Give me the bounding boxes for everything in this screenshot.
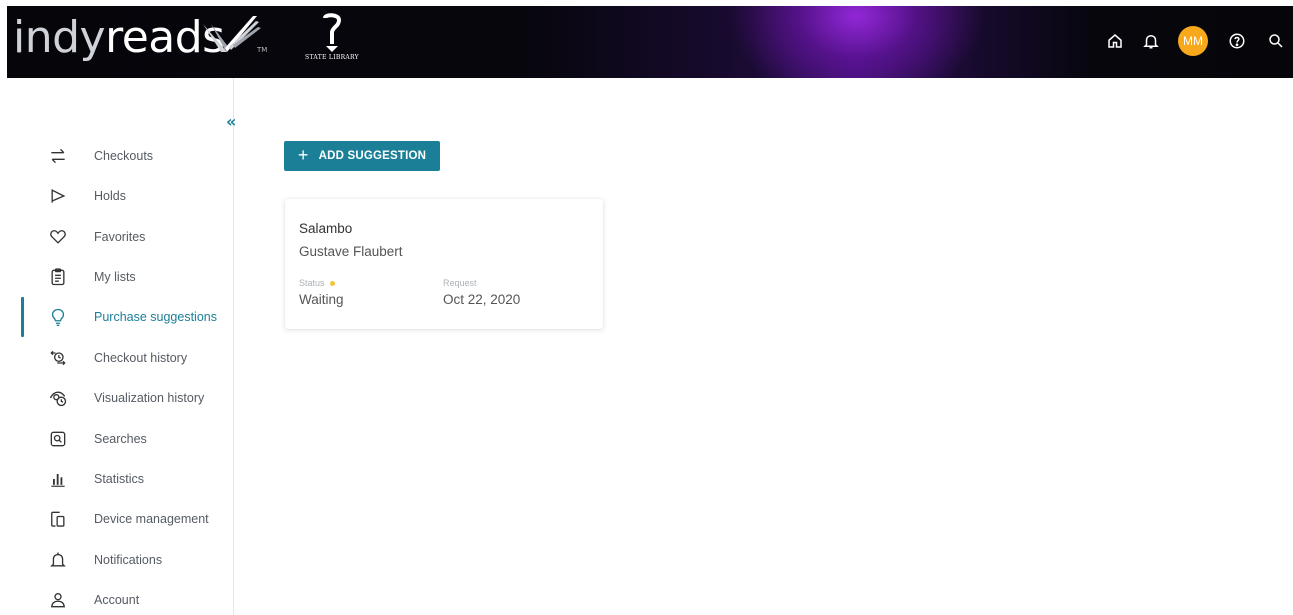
sidebar-item-label: Device management [94, 512, 209, 526]
state-library-name: STATE LIBRARY [305, 54, 359, 61]
indyreads-feather-icon [203, 16, 261, 52]
avatar[interactable]: MM [1178, 26, 1208, 56]
sidebar-item-searches[interactable]: Searches [0, 419, 233, 459]
sidebar-item-checkouts[interactable]: Checkouts [0, 136, 233, 176]
heart-icon [47, 226, 69, 248]
bar-chart-icon [47, 468, 69, 490]
sidebar-item-favorites[interactable]: Favorites [0, 217, 233, 257]
help-icon[interactable] [1220, 24, 1254, 58]
status-value: Waiting [299, 292, 344, 307]
active-indicator [21, 297, 24, 337]
checkout-history-icon [47, 347, 69, 369]
sidebar-item-holds[interactable]: Holds [0, 176, 233, 216]
suggestion-title: Salambo [299, 221, 353, 236]
indyreads-logo[interactable]: indyreads [13, 12, 225, 64]
trademark-text: TM [257, 46, 268, 54]
sidebar-item-label: Notifications [94, 553, 163, 567]
suggestion-author: Gustave Flaubert [299, 244, 403, 259]
sidebar-item-statistics[interactable]: Statistics [0, 459, 233, 499]
home-icon[interactable] [1098, 24, 1132, 58]
sidebar-item-label: Account [94, 593, 140, 607]
status-label-text: Status [299, 278, 325, 288]
sidebar-item-label: Holds [94, 189, 126, 203]
swap-arrows-icon [47, 145, 69, 167]
status-label: Status [299, 278, 335, 288]
sidebar-item-label: Visualization history [94, 391, 205, 405]
sidebar-item-label: Checkouts [94, 149, 154, 163]
sidebar-item-device-management[interactable]: Device management [0, 499, 233, 539]
clipboard-list-icon [47, 266, 69, 288]
suggestion-card[interactable]: Salambo Gustave Flaubert Status Waiting … [285, 199, 603, 329]
sidebar-item-label: Searches [94, 432, 147, 446]
status-dot-icon [329, 281, 335, 287]
double-chevron-left-icon[interactable]: « [226, 112, 236, 131]
lightbulb-icon [47, 306, 69, 328]
sidebar-item-visualization-history[interactable]: Visualization history [0, 378, 233, 418]
sidebar-item-account[interactable]: Account [0, 580, 233, 615]
top-header: indyreads TM STATE LIBRARY MM [7, 6, 1293, 78]
state-library-logo-icon [323, 13, 342, 52]
add-suggestion-label: ADD SUGGESTION [318, 150, 427, 162]
sidebar-item-notifications[interactable]: Notifications [0, 540, 233, 580]
search-box-icon [47, 428, 69, 450]
sidebar-item-label: Checkout history [94, 351, 188, 365]
visualization-history-icon [47, 387, 69, 409]
sidebar-item-label: My lists [94, 270, 136, 284]
sidebar-item-label: Purchase suggestions [94, 310, 217, 324]
search-icon[interactable] [1259, 24, 1293, 58]
sidebar-item-label: Statistics [94, 472, 145, 486]
add-suggestion-button[interactable]: + ADD SUGGESTION [284, 141, 440, 171]
sidebar-item-purchase-suggestions[interactable]: Purchase suggestions [0, 297, 233, 337]
plus-icon: + [297, 145, 309, 165]
request-label: Request [443, 278, 477, 288]
bell-icon [47, 549, 69, 571]
user-icon [47, 589, 69, 611]
sidebar-item-my-lists[interactable]: My lists [0, 257, 233, 297]
flag-icon [47, 185, 69, 207]
bell-icon[interactable] [1134, 24, 1168, 58]
request-date: Oct 22, 2020 [443, 292, 521, 307]
sidebar-item-checkout-history[interactable]: Checkout history [0, 338, 233, 378]
logo-indy-text: indy [13, 12, 106, 63]
devices-icon [47, 508, 69, 530]
sidebar-item-label: Favorites [94, 230, 146, 244]
